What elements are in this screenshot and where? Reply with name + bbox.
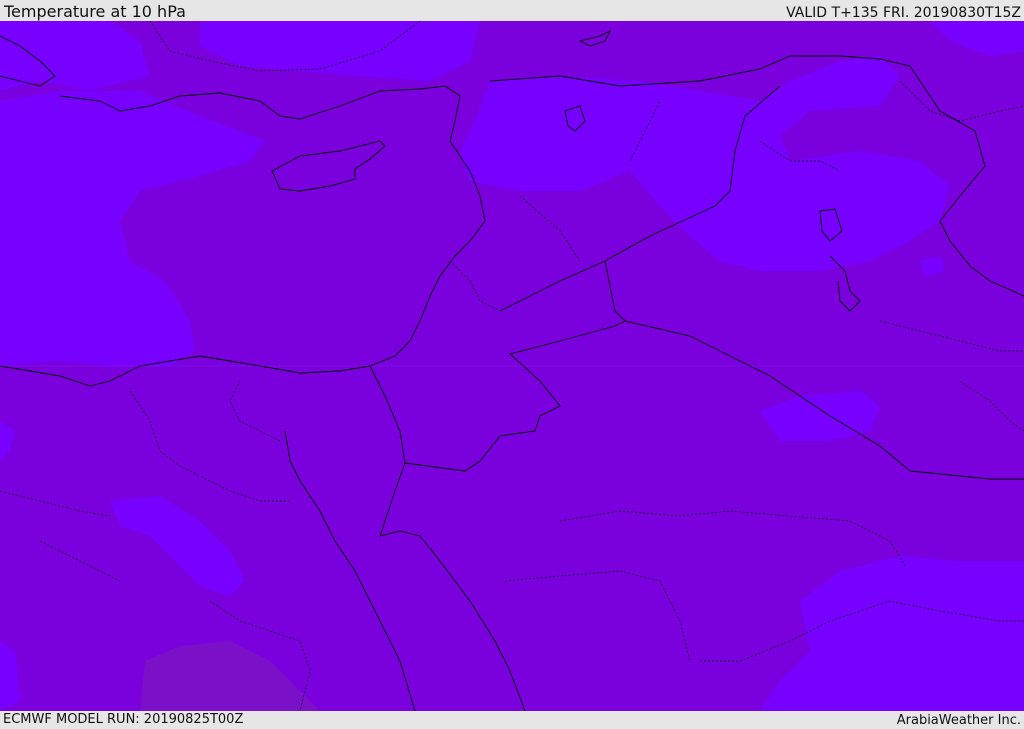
map-canvas[interactable] — [0, 21, 1024, 711]
valid-time-label: VALID T+135 FRI. 20190830T15Z — [786, 5, 1021, 21]
model-run-label: ECMWF MODEL RUN: 20190825T00Z — [3, 712, 244, 727]
weather-map-view: Temperature at 10 hPa VALID T+135 FRI. 2… — [0, 0, 1024, 729]
footer-bar: ECMWF MODEL RUN: 20190825T00Z ArabiaWeat… — [0, 711, 1024, 729]
credit-label: ArabiaWeather Inc. — [896, 713, 1021, 728]
map-title: Temperature at 10 hPa — [4, 2, 186, 21]
temperature-field-map — [0, 21, 1024, 711]
header-bar: Temperature at 10 hPa VALID T+135 FRI. 2… — [0, 0, 1024, 21]
